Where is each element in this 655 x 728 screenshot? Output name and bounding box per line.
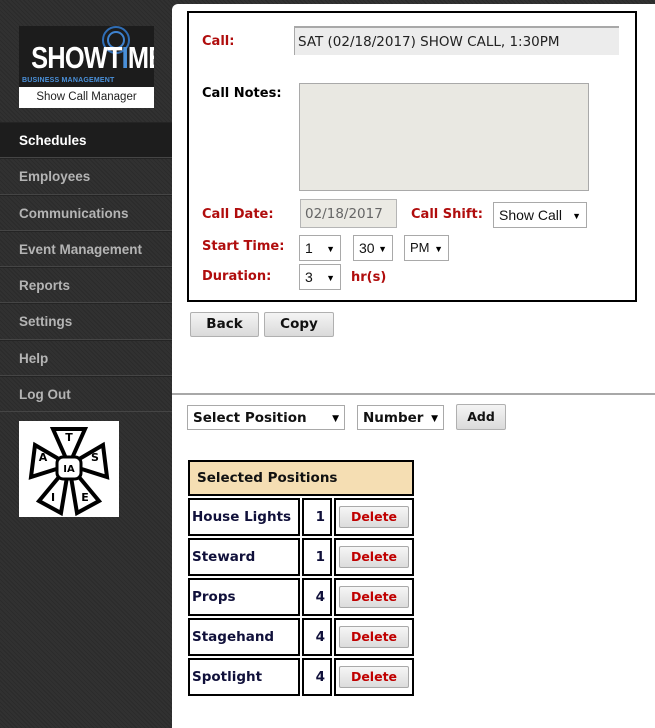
- start-hour-value: 1: [305, 240, 313, 256]
- duration-value: 3: [305, 269, 313, 285]
- back-button[interactable]: Back: [190, 312, 259, 337]
- start-minute-select[interactable]: 30 ▼: [353, 235, 393, 261]
- position-name: Spotlight: [188, 658, 300, 696]
- position-count: 4: [302, 578, 332, 616]
- sidebar-item-settings[interactable]: Settings: [0, 303, 172, 340]
- call-form: Call: SAT (02/18/2017) SHOW CALL, 1:30PM…: [187, 11, 637, 302]
- position-name: Steward: [188, 538, 300, 576]
- main-content: Call: SAT (02/18/2017) SHOW CALL, 1:30PM…: [172, 4, 655, 728]
- union-letter: T: [65, 431, 73, 444]
- position-count: 4: [302, 658, 332, 696]
- sidebar: SHOWTIME BUSINESS MANAGEMENT Show Call M…: [0, 0, 172, 728]
- position-name: House Lights: [188, 498, 300, 536]
- call-label: Call:: [202, 34, 235, 49]
- duration-unit: hr(s): [351, 270, 387, 285]
- union-center-text: IA: [63, 464, 75, 475]
- start-ampm-select[interactable]: PM ▼: [404, 235, 449, 261]
- number-select-value: Number: [363, 410, 424, 426]
- call-field[interactable]: SAT (02/18/2017) SHOW CALL, 1:30PM: [294, 26, 619, 55]
- delete-button[interactable]: Delete: [339, 626, 409, 648]
- table-row: House Lights 1 Delete: [188, 498, 414, 536]
- sidebar-item-event-management[interactable]: Event Management: [0, 230, 172, 268]
- position-count: 4: [302, 618, 332, 656]
- delete-button[interactable]: Delete: [339, 546, 409, 568]
- call-notes-label: Call Notes:: [202, 86, 282, 101]
- chevron-down-icon: ▼: [572, 211, 581, 221]
- union-letter: E: [81, 491, 89, 504]
- table-row: Stagehand 4 Delete: [188, 618, 414, 656]
- logo-brand-text: SHOWTIME: [31, 40, 154, 75]
- chevron-down-icon: ▼: [332, 414, 339, 424]
- logo-caption: Show Call Manager: [19, 87, 154, 108]
- section-divider: [172, 393, 655, 395]
- sidebar-item-employees[interactable]: Employees: [0, 158, 172, 195]
- call-shift-select[interactable]: Show Call ▼: [493, 202, 587, 228]
- table-row: Spotlight 4 Delete: [188, 658, 414, 696]
- copy-button[interactable]: Copy: [264, 312, 334, 337]
- position-count: 1: [302, 538, 332, 576]
- iatse-emblem-icon: T S E I A IA: [28, 427, 110, 517]
- call-shift-value: Show Call: [499, 207, 563, 223]
- table-row: Props 4 Delete: [188, 578, 414, 616]
- chevron-down-icon: ▼: [378, 244, 387, 254]
- showtime-logo[interactable]: SHOWTIME BUSINESS MANAGEMENT Show Call M…: [19, 26, 154, 108]
- delete-button[interactable]: Delete: [339, 586, 409, 608]
- chevron-down-icon: ▼: [434, 244, 443, 254]
- start-time-label: Start Time:: [202, 239, 285, 254]
- chevron-down-icon: ▼: [326, 244, 335, 254]
- sidebar-item-help[interactable]: Help: [0, 339, 172, 377]
- start-minute-value: 30: [359, 240, 375, 256]
- delete-button[interactable]: Delete: [339, 666, 409, 688]
- number-select[interactable]: Number ▼: [357, 405, 444, 430]
- call-notes-textarea[interactable]: [299, 83, 589, 191]
- start-ampm-value: PM: [410, 240, 430, 255]
- selected-positions-header: Selected Positions: [188, 460, 414, 496]
- duration-select[interactable]: 3 ▼: [299, 264, 341, 290]
- duration-label: Duration:: [202, 269, 272, 284]
- sidebar-nav: Schedules Employees Communications Event…: [0, 122, 172, 413]
- position-name: Stagehand: [188, 618, 300, 656]
- position-select-value: Select Position: [193, 410, 307, 426]
- add-position-button[interactable]: Add: [456, 404, 506, 430]
- union-letter: I: [51, 491, 55, 504]
- table-row: Steward 1 Delete: [188, 538, 414, 576]
- selected-positions-table: Selected Positions House Lights 1 Delete…: [186, 458, 416, 698]
- call-date-field[interactable]: 02/18/2017: [300, 199, 397, 228]
- start-hour-select[interactable]: 1 ▼: [299, 235, 341, 261]
- chevron-down-icon: ▼: [431, 414, 438, 424]
- position-name: Props: [188, 578, 300, 616]
- sidebar-item-reports[interactable]: Reports: [0, 267, 172, 304]
- position-count: 1: [302, 498, 332, 536]
- delete-button[interactable]: Delete: [339, 506, 409, 528]
- sidebar-item-log-out[interactable]: Log Out: [0, 376, 172, 413]
- sidebar-item-communications[interactable]: Communications: [0, 194, 172, 231]
- union-letter: A: [39, 451, 48, 464]
- iatse-union-logo: T S E I A IA: [19, 421, 119, 517]
- call-date-label: Call Date:: [202, 207, 274, 222]
- chevron-down-icon: ▼: [326, 273, 335, 283]
- union-letter: S: [91, 451, 99, 464]
- position-select[interactable]: Select Position ▼: [187, 405, 345, 430]
- sidebar-item-schedules[interactable]: Schedules: [0, 122, 172, 159]
- logo-tagline: BUSINESS MANAGEMENT: [22, 77, 115, 84]
- call-shift-label: Call Shift:: [411, 207, 483, 222]
